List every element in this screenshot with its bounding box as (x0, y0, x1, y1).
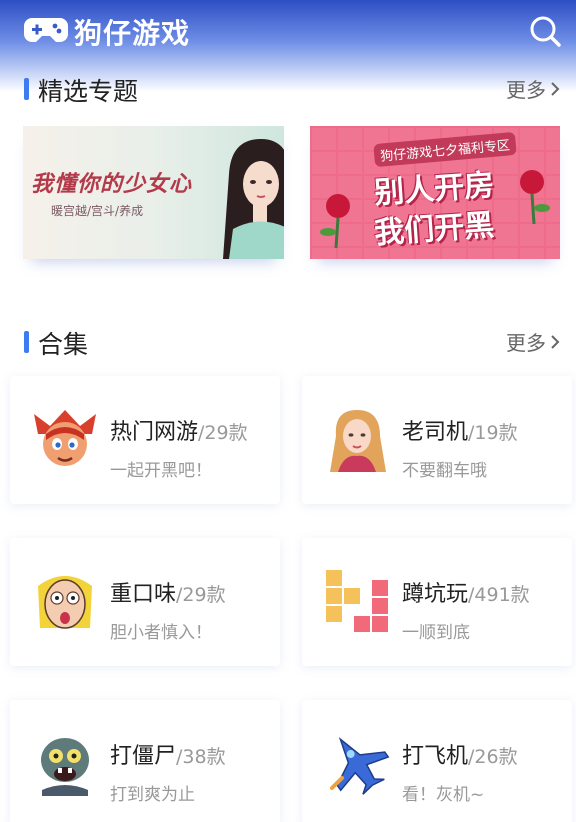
card-count: /26款 (468, 746, 518, 768)
card-title: 打僵尸/38款 (110, 744, 226, 769)
warrior-icon (34, 410, 96, 466)
featured-banner-qixi[interactable]: 狗仔游戏七夕福利专区 别人开房 我们开黑 (310, 126, 560, 259)
zombie-icon (41, 738, 89, 796)
collection-card-hot-online[interactable]: 热门网游/29款 一起开黑吧！ (10, 376, 280, 504)
card-desc: 胆小者慎入！ (110, 623, 212, 643)
collection-card-zombie[interactable]: 打僵尸/38款 打到爽为止 (10, 700, 280, 822)
card-desc: 看！灰机~ (402, 785, 485, 805)
rose-icon (520, 170, 550, 225)
collection-card-old-driver[interactable]: 老司机/19款 不要翻车哦 (302, 376, 572, 504)
collection-card-toilet-play[interactable]: 蹲坑玩/491款 一顺到底 (302, 538, 572, 666)
blonde-girl-icon (330, 410, 386, 472)
scared-face-icon (38, 576, 92, 629)
featured-more-link[interactable]: 更多 (506, 74, 560, 103)
card-count: /29款 (176, 584, 226, 606)
banner-line-2: 我们开黑 (373, 207, 496, 252)
card-desc: 一顺到底 (402, 623, 470, 643)
chevron-right-icon (551, 334, 560, 349)
card-count: /29款 (198, 422, 248, 444)
collection-card-heavy-taste[interactable]: 重口味/29款 胆小者慎入！ (10, 538, 280, 666)
card-desc: 不要翻车哦 (402, 461, 487, 481)
blocks-icon (326, 570, 388, 632)
card-title: 打飞机/26款 (402, 744, 518, 769)
card-title: 老司机/19款 (402, 420, 518, 445)
more-label: 更多 (506, 331, 546, 355)
card-desc: 打到爽为止 (110, 785, 195, 805)
featured-banner-girl[interactable]: 我懂你的少女心 暖宫越/宫斗/养成 (23, 126, 284, 259)
app-title: 狗仔游戏 (74, 17, 191, 50)
section-title: 精选专题 (38, 77, 139, 106)
search-icon[interactable] (528, 14, 562, 48)
collection-card-plane[interactable]: 打飞机/26款 看！灰机~ (302, 700, 572, 822)
banner-subline: 暖宫越/宫斗/养成 (51, 204, 144, 218)
section-title: 合集 (38, 330, 89, 359)
chevron-right-icon (551, 81, 560, 96)
collections-more-link[interactable]: 更多 (506, 327, 560, 356)
card-desc: 一起开黑吧！ (110, 461, 212, 481)
gamepad-icon (24, 18, 68, 42)
rose-icon (320, 194, 350, 249)
card-title: 重口味/29款 (110, 582, 226, 607)
girl-portrait-icon (223, 139, 284, 259)
section-accent-bar (24, 78, 29, 100)
featured-section-header: 精选专题 更多 (0, 72, 576, 112)
card-title: 热门网游/29款 (110, 420, 248, 445)
section-accent-bar (24, 331, 29, 353)
card-count: /491款 (468, 584, 530, 606)
jet-icon (330, 737, 390, 795)
card-count: /19款 (468, 422, 518, 444)
collections-section-header: 合集 更多 (0, 325, 576, 365)
card-title: 蹲坑玩/491款 (402, 582, 530, 607)
banner-headline: 我懂你的少女心 (31, 172, 193, 197)
card-count: /38款 (176, 746, 226, 768)
more-label: 更多 (506, 78, 546, 102)
